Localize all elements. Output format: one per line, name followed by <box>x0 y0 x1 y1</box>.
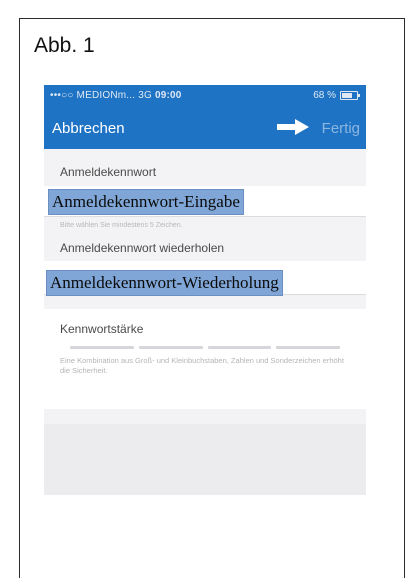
strength-segment <box>276 346 340 349</box>
strength-segment <box>70 346 134 349</box>
repeat-section-title: Anmeldekennwort wiederholen <box>60 241 225 255</box>
battery-icon <box>340 91 360 100</box>
password-repeat-annotation: Anmeldekennwort-Wiederholung <box>46 270 283 296</box>
network-text: 3G <box>138 90 152 101</box>
battery-percent: 68 % <box>313 90 336 101</box>
figure-label: Abb. 1 <box>34 34 95 57</box>
navigation-bar: Abbrechen Fertig <box>44 107 366 149</box>
password-input-annotation: Anmeldekennwort-Eingabe <box>48 189 244 215</box>
password-section-title: Anmeldekennwort <box>60 165 157 179</box>
password-hint: Bitte wählen Sie mindestens 5 Zeichen. <box>60 222 183 229</box>
cancel-button[interactable]: Abbrechen <box>52 120 125 137</box>
status-right: 68 % <box>313 90 360 101</box>
carrier-text: •••○○ MEDIONm... <box>50 90 136 101</box>
done-button[interactable]: Fertig <box>322 120 360 137</box>
strength-meter <box>70 346 340 349</box>
strength-description: Eine Kombination aus Groß- und Kleinbuch… <box>60 356 344 375</box>
clock-text: 09:00 <box>154 90 182 101</box>
strength-segment <box>138 346 203 349</box>
status-left: •••○○ MEDIONm... 3G 09:00 <box>50 90 182 101</box>
strength-segment <box>207 346 272 349</box>
status-bar: •••○○ MEDIONm... 3G 09:00 68 % <box>44 85 366 107</box>
empty-area <box>44 424 366 495</box>
arrow-right-icon <box>277 119 309 135</box>
strength-title: Kennwortstärke <box>60 322 144 336</box>
